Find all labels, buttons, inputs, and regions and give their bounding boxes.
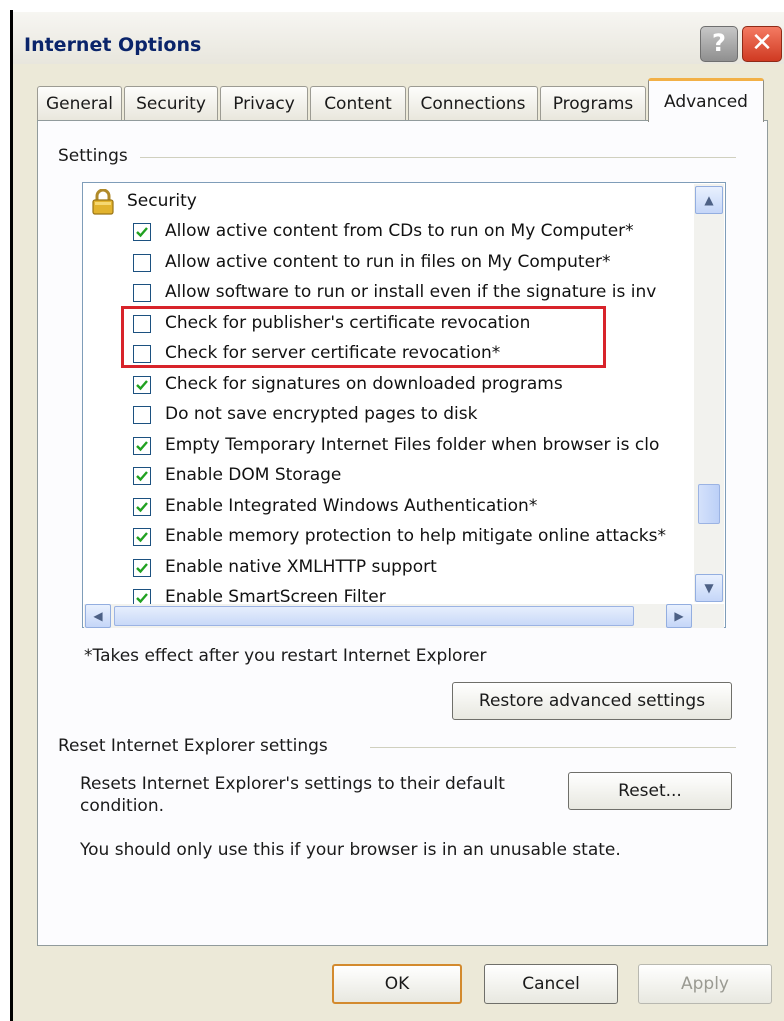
apply-button[interactable]: Apply bbox=[638, 964, 772, 1004]
tab-programs[interactable]: Programs bbox=[540, 86, 646, 120]
scroll-left-button[interactable]: ◀ bbox=[85, 604, 111, 628]
setting-label: Enable Integrated Windows Authentication… bbox=[165, 495, 538, 516]
restart-footnote: *Takes effect after you restart Internet… bbox=[84, 646, 487, 666]
setting-item[interactable]: Allow active content from CDs to run on … bbox=[83, 217, 723, 247]
lock-icon bbox=[91, 188, 115, 220]
checkbox-checked[interactable] bbox=[133, 436, 151, 455]
setting-item[interactable]: Allow software to run or install even if… bbox=[83, 278, 723, 308]
tab-security[interactable]: Security bbox=[124, 86, 218, 120]
horizontal-scrollbar[interactable]: ◀ ▶ bbox=[84, 604, 724, 628]
tab-general[interactable]: General bbox=[37, 86, 122, 120]
setting-label: Allow software to run or install even if… bbox=[165, 282, 657, 302]
checkbox-checked[interactable] bbox=[133, 375, 151, 394]
checkbox-unchecked[interactable] bbox=[133, 253, 151, 272]
scroll-right-button[interactable]: ▶ bbox=[666, 604, 692, 628]
scroll-down-button[interactable]: ▼ bbox=[695, 574, 723, 602]
setting-label: Allow active content from CDs to run on … bbox=[165, 221, 634, 241]
checkbox-checked[interactable] bbox=[133, 223, 151, 241]
setting-item[interactable]: Enable Integrated Windows Authentication… bbox=[83, 492, 723, 522]
settings-group-divider bbox=[140, 157, 736, 158]
setting-label: Check for signatures on downloaded progr… bbox=[165, 373, 563, 394]
checkbox-checked[interactable] bbox=[133, 467, 151, 485]
checkbox-unchecked[interactable] bbox=[133, 284, 151, 302]
vertical-scrollbar[interactable]: ▲ ▼ bbox=[694, 184, 724, 602]
settings-group-label: Settings bbox=[58, 146, 134, 166]
checkbox-checked[interactable] bbox=[133, 558, 151, 577]
chevron-down-icon: ▼ bbox=[704, 581, 714, 595]
setting-item[interactable]: Enable memory protection to help mitigat… bbox=[83, 522, 723, 552]
reset-group-label: Reset Internet Explorer settings bbox=[58, 736, 334, 756]
close-icon: ✕ bbox=[751, 28, 773, 58]
settings-list[interactable]: Security Allow active content from CDs t… bbox=[82, 182, 726, 628]
ok-button[interactable]: OK bbox=[332, 964, 462, 1004]
checkmark-icon bbox=[136, 501, 148, 512]
tab-connections[interactable]: Connections bbox=[408, 86, 538, 120]
help-button[interactable]: ? bbox=[700, 26, 738, 62]
setting-label: Do not save encrypted pages to disk bbox=[165, 404, 478, 424]
reset-warning: You should only use this if your browser… bbox=[80, 840, 621, 860]
scroll-thumb[interactable] bbox=[698, 484, 720, 524]
tab-privacy[interactable]: Privacy bbox=[220, 86, 308, 120]
window-title: Internet Options bbox=[24, 34, 202, 56]
setting-item[interactable]: Allow active content to run in files on … bbox=[83, 248, 723, 278]
checkmark-icon bbox=[136, 593, 148, 604]
checkbox-unchecked[interactable] bbox=[133, 406, 151, 424]
chevron-up-icon: ▲ bbox=[704, 193, 714, 207]
chevron-left-icon: ◀ bbox=[93, 609, 103, 623]
reset-button[interactable]: Reset... bbox=[568, 772, 732, 810]
category-label: Security bbox=[127, 191, 197, 211]
setting-item[interactable]: Enable native XMLHTTP support bbox=[83, 553, 723, 583]
chevron-right-icon: ▶ bbox=[674, 609, 684, 623]
help-icon: ? bbox=[712, 29, 726, 57]
setting-label: Enable memory protection to help mitigat… bbox=[165, 526, 666, 546]
checkmark-icon bbox=[136, 440, 148, 451]
setting-item[interactable]: Do not save encrypted pages to disk bbox=[83, 400, 723, 430]
annotation-highlight-box bbox=[121, 306, 606, 368]
horizontal-scroll-thumb[interactable] bbox=[114, 606, 634, 626]
tab-advanced[interactable]: Advanced bbox=[648, 78, 764, 122]
reset-description-line2: condition. bbox=[80, 796, 165, 816]
close-button[interactable]: ✕ bbox=[742, 26, 782, 62]
checkbox-checked[interactable] bbox=[133, 497, 151, 516]
setting-item[interactable]: Check for signatures on downloaded progr… bbox=[83, 370, 723, 400]
restore-advanced-settings-button[interactable]: Restore advanced settings bbox=[452, 682, 732, 720]
tab-content[interactable]: Content bbox=[310, 86, 406, 120]
reset-description-line1: Resets Internet Explorer's settings to t… bbox=[80, 774, 505, 794]
setting-label: Empty Temporary Internet Files folder wh… bbox=[165, 434, 660, 455]
setting-label: Allow active content to run in files on … bbox=[165, 251, 611, 272]
setting-label: Enable DOM Storage bbox=[165, 465, 342, 485]
setting-label: Enable native XMLHTTP support bbox=[165, 556, 437, 577]
checkmark-icon bbox=[136, 227, 148, 238]
checkmark-icon bbox=[136, 562, 148, 573]
checkmark-icon bbox=[136, 532, 148, 543]
cancel-button[interactable]: Cancel bbox=[484, 964, 618, 1004]
reset-group-divider bbox=[370, 747, 736, 748]
setting-item[interactable]: Enable DOM Storage bbox=[83, 461, 723, 491]
setting-item[interactable]: Empty Temporary Internet Files folder wh… bbox=[83, 431, 723, 461]
checkmark-icon bbox=[136, 379, 148, 390]
checkmark-icon bbox=[136, 471, 148, 482]
checkbox-checked[interactable] bbox=[133, 528, 151, 546]
scroll-up-button[interactable]: ▲ bbox=[695, 186, 723, 214]
